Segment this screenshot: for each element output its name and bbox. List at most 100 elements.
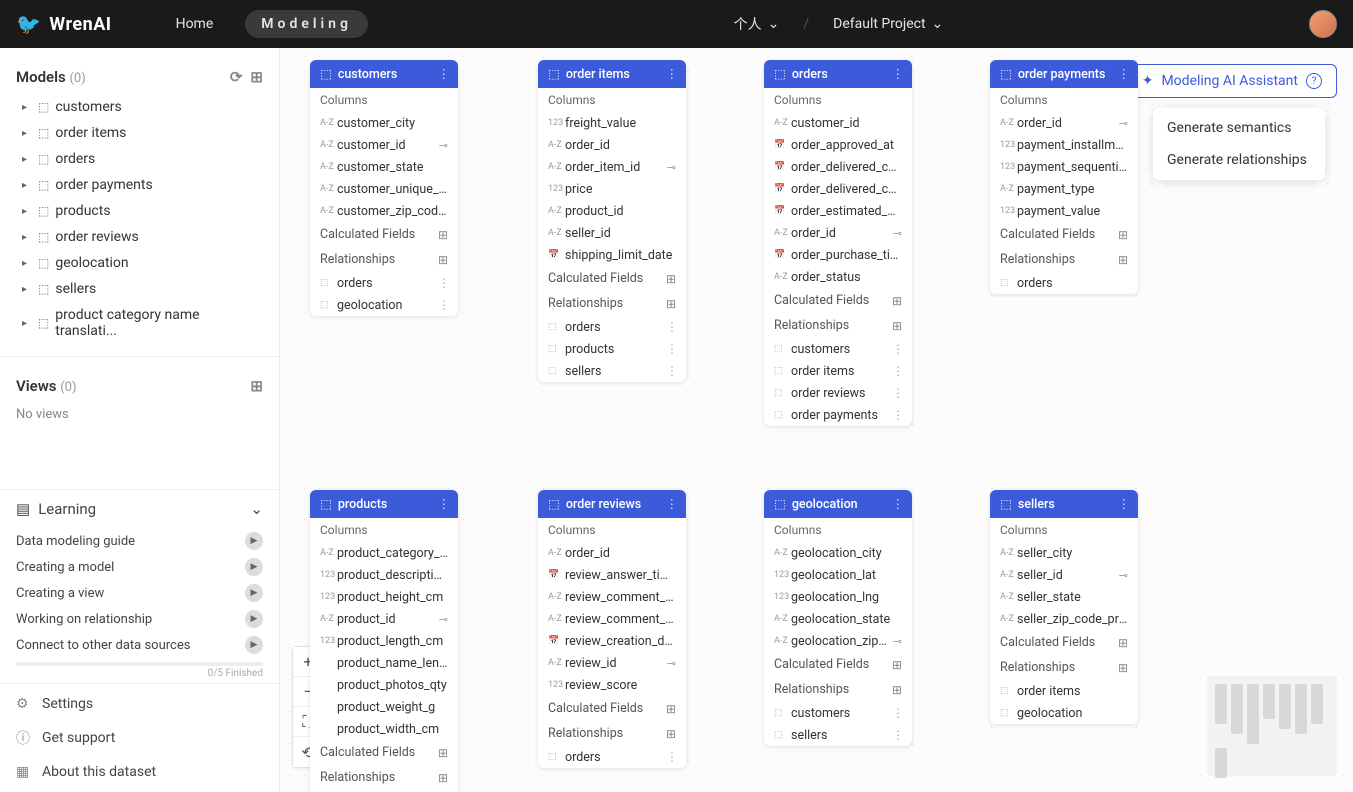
sidebar-model-5[interactable]: ▸⬚order reviews bbox=[0, 224, 279, 250]
help-icon[interactable]: ? bbox=[1306, 73, 1322, 89]
column-row[interactable]: product_weight_g bbox=[310, 696, 458, 718]
more-icon[interactable]: ⋮ bbox=[892, 66, 905, 82]
card-order_reviews[interactable]: ⬚order reviews⋮ColumnsA-Zorder_id📅review… bbox=[538, 490, 686, 768]
more-icon[interactable]: ⋮ bbox=[1118, 66, 1131, 82]
relationship-row[interactable]: ⬚sellers⋮ bbox=[764, 724, 912, 746]
nav-home[interactable]: Home bbox=[160, 10, 230, 38]
column-row[interactable]: A-Zproduct_id⊸ bbox=[310, 608, 458, 630]
column-row[interactable]: A-Zcustomer_zip_code_prefix bbox=[310, 200, 458, 222]
minimap[interactable] bbox=[1207, 676, 1337, 776]
relationships-section[interactable]: Relationships⊞ bbox=[310, 247, 458, 272]
relationship-row[interactable]: ⬚customers⋮ bbox=[764, 338, 912, 360]
plus-icon[interactable]: ⊞ bbox=[1118, 661, 1128, 675]
column-row[interactable]: A-Zgeolocation_city bbox=[764, 542, 912, 564]
more-icon[interactable]: ⋮ bbox=[892, 706, 904, 720]
card-header[interactable]: ⬚order items⋮ bbox=[538, 60, 686, 88]
column-row[interactable]: 123product_height_cm bbox=[310, 586, 458, 608]
plus-icon[interactable]: ⊞ bbox=[1118, 253, 1128, 267]
column-row[interactable]: 📅review_creation_date bbox=[538, 630, 686, 652]
calc-fields-section[interactable]: Calculated Fields⊞ bbox=[310, 222, 458, 247]
column-row[interactable]: A-Zgeolocation_zip_code_pr...⊸ bbox=[764, 630, 912, 652]
relationships-section[interactable]: Relationships⊞ bbox=[538, 291, 686, 316]
column-row[interactable]: product_width_cm bbox=[310, 718, 458, 740]
column-row[interactable]: A-Zorder_id⊸ bbox=[764, 222, 912, 244]
plus-icon[interactable]: ⊞ bbox=[438, 253, 448, 267]
column-row[interactable]: A-Zorder_item_id⊸ bbox=[538, 156, 686, 178]
learning-item-3[interactable]: Working on relationship▶ bbox=[0, 606, 279, 632]
relationship-row[interactable]: ⬚sellers⋮ bbox=[538, 360, 686, 382]
column-row[interactable]: A-Zseller_city bbox=[990, 542, 1138, 564]
card-header[interactable]: ⬚orders⋮ bbox=[764, 60, 912, 88]
card-header[interactable]: ⬚geolocation⋮ bbox=[764, 490, 912, 518]
card-orders[interactable]: ⬚orders⋮ColumnsA-Zcustomer_id📅order_appr… bbox=[764, 60, 912, 426]
more-icon[interactable]: ⋮ bbox=[892, 496, 905, 512]
calc-fields-section[interactable]: Calculated Fields⊞ bbox=[764, 652, 912, 677]
column-row[interactable]: 📅order_approved_at bbox=[764, 134, 912, 156]
calc-fields-section[interactable]: Calculated Fields⊞ bbox=[990, 630, 1138, 655]
relationship-row[interactable]: ⬚orders⋮ bbox=[538, 316, 686, 338]
more-icon[interactable]: ⋮ bbox=[438, 496, 451, 512]
more-icon[interactable]: ⋮ bbox=[438, 276, 450, 290]
calc-fields-section[interactable]: Calculated Fields⊞ bbox=[310, 740, 458, 765]
refresh-icon[interactable]: ⟳ bbox=[230, 68, 243, 86]
plus-icon[interactable]: ⊞ bbox=[666, 727, 676, 741]
sidebar-model-6[interactable]: ▸⬚geolocation bbox=[0, 250, 279, 276]
plus-icon[interactable]: ⊞ bbox=[1118, 228, 1128, 242]
column-row[interactable]: A-Zreview_comment_title bbox=[538, 608, 686, 630]
column-row[interactable]: 📅review_answer_timestamp bbox=[538, 564, 686, 586]
column-row[interactable]: A-Zorder_status bbox=[764, 266, 912, 288]
column-row[interactable]: A-Zseller_id⊸ bbox=[990, 564, 1138, 586]
column-row[interactable]: A-Zcustomer_unique_id bbox=[310, 178, 458, 200]
column-row[interactable]: 📅order_estimated_deliver... bbox=[764, 200, 912, 222]
calc-fields-section[interactable]: Calculated Fields⊞ bbox=[990, 222, 1138, 247]
column-row[interactable]: 123product_description_len... bbox=[310, 564, 458, 586]
card-header[interactable]: ⬚order reviews⋮ bbox=[538, 490, 686, 518]
column-row[interactable]: A-Zcustomer_id⊸ bbox=[310, 134, 458, 156]
learning-item-1[interactable]: Creating a model▶ bbox=[0, 554, 279, 580]
about-link[interactable]: ▦About this dataset bbox=[0, 756, 279, 788]
relationship-row[interactable]: ⬚geolocation bbox=[990, 702, 1138, 724]
add-model-icon[interactable]: ⊞ bbox=[250, 68, 263, 86]
support-link[interactable]: ⓘGet support bbox=[0, 720, 279, 756]
plus-icon[interactable]: ⊞ bbox=[892, 683, 902, 697]
more-icon[interactable]: ⋮ bbox=[892, 386, 904, 400]
plus-icon[interactable]: ⊞ bbox=[666, 702, 676, 716]
relationships-section[interactable]: Relationships⊞ bbox=[310, 765, 458, 790]
calc-fields-section[interactable]: Calculated Fields⊞ bbox=[538, 266, 686, 291]
column-row[interactable]: 123payment_sequential bbox=[990, 156, 1138, 178]
column-row[interactable]: 📅shipping_limit_date bbox=[538, 244, 686, 266]
column-row[interactable]: A-Zseller_state bbox=[990, 586, 1138, 608]
column-row[interactable]: A-Zseller_zip_code_prefix bbox=[990, 608, 1138, 630]
column-row[interactable]: 123review_score bbox=[538, 674, 686, 696]
column-row[interactable]: A-Zgeolocation_state bbox=[764, 608, 912, 630]
column-row[interactable]: 123payment_installments bbox=[990, 134, 1138, 156]
column-row[interactable]: 123freight_value bbox=[538, 112, 686, 134]
ai-generate-semantics[interactable]: Generate semantics bbox=[1153, 112, 1325, 144]
column-row[interactable]: A-Zcustomer_city bbox=[310, 112, 458, 134]
more-icon[interactable]: ⋮ bbox=[892, 408, 904, 422]
relationship-row[interactable]: ⬚products⋮ bbox=[538, 338, 686, 360]
card-order_items[interactable]: ⬚order items⋮Columns123freight_valueA-Zo… bbox=[538, 60, 686, 382]
sidebar-model-8[interactable]: ▸⬚product category name translati... bbox=[0, 302, 279, 344]
relationship-row[interactable]: ⬚geolocation⋮ bbox=[310, 294, 458, 316]
sidebar-model-4[interactable]: ▸⬚products bbox=[0, 198, 279, 224]
relationships-section[interactable]: Relationships⊞ bbox=[764, 677, 912, 702]
more-icon[interactable]: ⋮ bbox=[1118, 496, 1131, 512]
column-row[interactable]: 123product_length_cm bbox=[310, 630, 458, 652]
relationships-section[interactable]: Relationships⊞ bbox=[990, 247, 1138, 272]
card-products[interactable]: ⬚products⋮ColumnsA-Zproduct_category_nam… bbox=[310, 490, 458, 792]
plus-icon[interactable]: ⊞ bbox=[666, 272, 676, 286]
project-scope[interactable]: 个人⌄ bbox=[734, 14, 780, 34]
column-row[interactable]: 123price bbox=[538, 178, 686, 200]
more-icon[interactable]: ⋮ bbox=[438, 298, 450, 312]
column-row[interactable]: A-Zorder_id bbox=[538, 134, 686, 156]
relationships-section[interactable]: Relationships⊞ bbox=[764, 313, 912, 338]
card-geolocation[interactable]: ⬚geolocation⋮ColumnsA-Zgeolocation_city1… bbox=[764, 490, 912, 746]
plus-icon[interactable]: ⊞ bbox=[666, 297, 676, 311]
sidebar-model-3[interactable]: ▸⬚order payments bbox=[0, 172, 279, 198]
sidebar-model-1[interactable]: ▸⬚order items bbox=[0, 120, 279, 146]
card-sellers[interactable]: ⬚sellers⋮ColumnsA-Zseller_cityA-Zseller_… bbox=[990, 490, 1138, 724]
learning-item-2[interactable]: Creating a view▶ bbox=[0, 580, 279, 606]
settings-link[interactable]: ⚙Settings bbox=[0, 688, 279, 720]
nav-modeling[interactable]: Modeling bbox=[245, 10, 368, 38]
